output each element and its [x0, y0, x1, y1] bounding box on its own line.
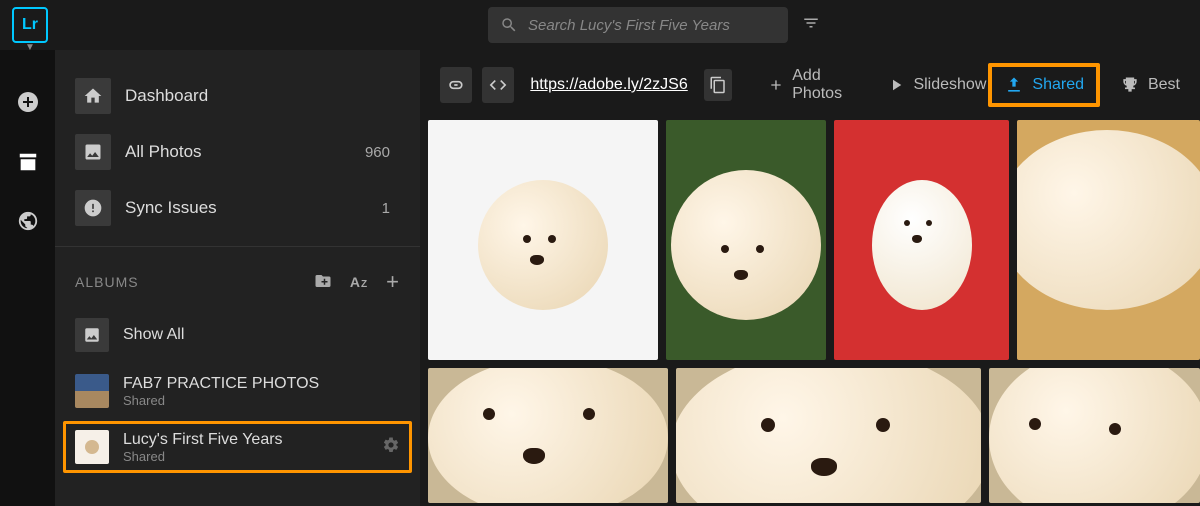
globe-icon — [17, 210, 39, 232]
filter-button[interactable] — [802, 14, 820, 37]
photo-grid — [420, 120, 1200, 506]
add-button[interactable] — [16, 90, 40, 119]
albums-header: ALBUMS AZ + — [55, 246, 420, 307]
best-label: Best — [1148, 76, 1180, 94]
main-area: Dashboard All Photos 960 Sync Issues 1 A… — [0, 50, 1200, 506]
archive-icon — [17, 151, 39, 173]
archive-button[interactable] — [17, 151, 39, 178]
chevron-down-icon[interactable]: ▼ — [25, 42, 35, 53]
best-button[interactable]: Best — [1120, 75, 1180, 95]
album-toolbar: https://adobe.ly/2zJS6 Add Photos Slides… — [420, 50, 1200, 120]
album-show-all[interactable]: Show All — [55, 307, 420, 363]
photo-thumbnail[interactable] — [428, 368, 668, 503]
plus-circle-icon — [16, 90, 40, 114]
share-url[interactable]: https://adobe.ly/2zJS6 — [524, 76, 693, 94]
album-name: Show All — [123, 326, 184, 344]
play-icon — [887, 76, 905, 94]
web-button[interactable] — [17, 210, 39, 237]
slideshow-button[interactable]: Slideshow — [887, 76, 986, 94]
album-name: Lucy's First Five Years — [123, 431, 283, 449]
album-thumb — [75, 374, 109, 408]
image-icon — [75, 134, 111, 170]
top-bar: Lr ▼ — [0, 0, 1200, 50]
link-icon — [446, 75, 466, 95]
albums-header-label: ALBUMS — [75, 274, 139, 290]
sidebar: Dashboard All Photos 960 Sync Issues 1 A… — [55, 50, 420, 506]
shared-button[interactable]: Shared — [996, 69, 1092, 101]
photo-thumbnail[interactable] — [834, 120, 1009, 360]
sidebar-item-dashboard[interactable]: Dashboard — [55, 68, 420, 124]
nav-label: Sync Issues — [125, 198, 217, 218]
app-logo[interactable]: Lr ▼ — [12, 7, 48, 43]
photo-thumbnail[interactable] — [989, 368, 1200, 503]
album-settings-button[interactable] — [382, 436, 400, 459]
sort-button[interactable]: AZ — [350, 274, 368, 290]
sidebar-item-all-photos[interactable]: All Photos 960 — [55, 124, 420, 180]
nav-count: 960 — [365, 144, 390, 161]
new-folder-button[interactable] — [314, 272, 332, 293]
photo-thumbnail[interactable] — [676, 368, 981, 503]
sidebar-item-sync-issues[interactable]: Sync Issues 1 — [55, 180, 420, 236]
search-input[interactable] — [528, 17, 776, 34]
nav-count: 1 — [382, 200, 390, 217]
slideshow-label: Slideshow — [913, 76, 986, 94]
copy-button[interactable] — [704, 69, 733, 101]
left-rail — [0, 50, 55, 506]
funnel-icon — [802, 14, 820, 32]
album-sub: Shared — [123, 449, 283, 464]
photo-thumbnail[interactable] — [1017, 120, 1200, 360]
photo-thumbnail[interactable] — [428, 120, 658, 360]
nav-label: All Photos — [125, 142, 202, 162]
add-album-button[interactable]: + — [386, 269, 400, 295]
album-item-fab7[interactable]: FAB7 PRACTICE PHOTOS Shared — [55, 363, 420, 419]
trophy-icon — [1120, 75, 1140, 95]
add-photos-button[interactable]: Add Photos — [768, 67, 865, 103]
share-icon — [1004, 75, 1024, 95]
clipboard-icon — [709, 76, 727, 94]
album-thumb — [75, 430, 109, 464]
home-icon — [75, 78, 111, 114]
search-icon — [500, 16, 518, 34]
content-area: https://adobe.ly/2zJS6 Add Photos Slides… — [420, 50, 1200, 506]
album-name: FAB7 PRACTICE PHOTOS — [123, 375, 319, 393]
plus-icon — [768, 76, 784, 94]
shared-label: Shared — [1032, 76, 1084, 94]
link-button[interactable] — [440, 67, 472, 103]
alert-icon — [75, 190, 111, 226]
folder-plus-icon — [314, 272, 332, 290]
image-icon — [75, 318, 109, 352]
photo-thumbnail[interactable] — [666, 120, 826, 360]
gear-icon — [382, 436, 400, 454]
album-sub: Shared — [123, 393, 319, 408]
add-photos-label: Add Photos — [792, 67, 865, 103]
album-item-lucy[interactable]: Lucy's First Five Years Shared — [55, 419, 420, 475]
nav-label: Dashboard — [125, 86, 208, 106]
app-logo-text: Lr — [22, 16, 38, 34]
code-icon — [488, 75, 508, 95]
search-field[interactable] — [488, 7, 788, 43]
embed-button[interactable] — [482, 67, 514, 103]
